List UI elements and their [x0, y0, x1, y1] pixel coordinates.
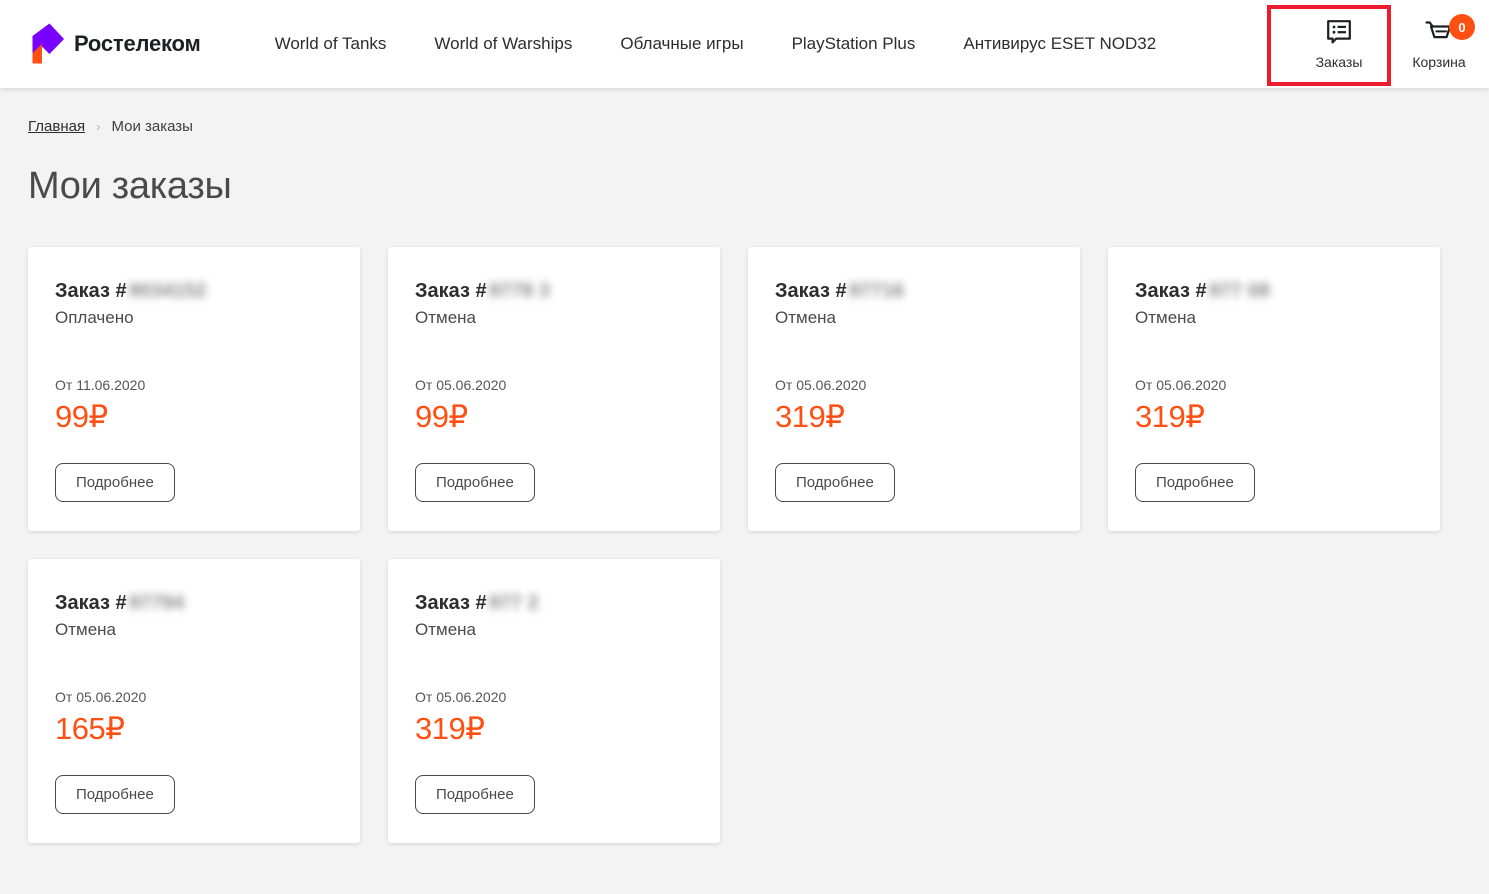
page-content: Главная › Мои заказы Мои заказы Заказ #9…: [0, 118, 1489, 843]
order-date-prefix: От: [55, 377, 76, 393]
order-date: От 05.06.2020: [415, 377, 693, 393]
order-price: 99₽: [55, 399, 333, 435]
breadcrumb-home-link[interactable]: Главная: [28, 118, 85, 135]
card-spacer: [1135, 328, 1413, 377]
main-navigation: World of Tanks World of Warships Облачны…: [275, 26, 1157, 62]
order-details-button[interactable]: Подробнее: [1135, 463, 1255, 502]
card-spacer: [415, 328, 693, 377]
order-status: Оплачено: [55, 308, 333, 328]
order-status: Отмена: [415, 308, 693, 328]
order-details-button[interactable]: Подробнее: [775, 463, 895, 502]
order-details-button[interactable]: Подробнее: [55, 463, 175, 502]
order-date: От 05.06.2020: [775, 377, 1053, 393]
order-price: 99₽: [415, 399, 693, 435]
orders-list-icon: [1325, 18, 1353, 49]
order-heading: Заказ #9778 3: [415, 280, 693, 303]
order-date-prefix: От: [415, 377, 436, 393]
nav-item-playstation-plus[interactable]: PlayStation Plus: [792, 26, 916, 62]
order-heading: Заказ #9034152: [55, 280, 333, 303]
cart-wrapper: Корзина 0: [1389, 8, 1489, 80]
site-header: Ростелеком World of Tanks World of Warsh…: [0, 0, 1489, 88]
page-title: Мои заказы: [28, 165, 1461, 208]
order-number-masked: 9778 3: [489, 280, 550, 303]
card-spacer: [775, 328, 1053, 377]
order-number-prefix: Заказ #: [775, 280, 847, 303]
order-date-prefix: От: [55, 689, 76, 705]
order-number-masked: 977 2: [489, 592, 539, 615]
order-status: Отмена: [415, 620, 693, 640]
order-price: 319₽: [1135, 399, 1413, 435]
brand-name: Ростелеком: [74, 31, 201, 57]
cart-count-badge: 0: [1449, 14, 1475, 40]
breadcrumb-current: Мои заказы: [111, 118, 193, 135]
order-card[interactable]: Заказ #977 08 Отмена От 05.06.2020 319₽ …: [1108, 247, 1440, 531]
order-status: Отмена: [1135, 308, 1413, 328]
order-price: 319₽: [415, 711, 693, 747]
card-spacer: [55, 640, 333, 689]
breadcrumb: Главная › Мои заказы: [28, 118, 1461, 135]
order-number-prefix: Заказ #: [55, 280, 127, 303]
order-status: Отмена: [775, 308, 1053, 328]
order-date-prefix: От: [1135, 377, 1156, 393]
order-number-prefix: Заказ #: [415, 592, 487, 615]
order-date-value: 11.06.2020: [76, 377, 145, 393]
order-date: От 05.06.2020: [55, 689, 333, 705]
order-card[interactable]: Заказ #9034152 Оплачено От 11.06.2020 99…: [28, 247, 360, 531]
breadcrumb-separator-icon: ›: [96, 119, 100, 134]
card-spacer: [55, 328, 333, 377]
order-heading: Заказ #977 2: [415, 592, 693, 615]
nav-item-eset-nod32[interactable]: Антивирус ESET NOD32: [963, 26, 1156, 62]
order-date: От 11.06.2020: [55, 377, 333, 393]
order-number-masked: 97716: [849, 280, 905, 303]
order-details-button[interactable]: Подробнее: [55, 775, 175, 814]
order-heading: Заказ #97716: [775, 280, 1053, 303]
order-number-masked: 9034152: [129, 280, 207, 303]
order-details-button[interactable]: Подробнее: [415, 775, 535, 814]
order-date: От 05.06.2020: [415, 689, 693, 705]
brand-logo-link[interactable]: Ростелеком: [27, 22, 201, 66]
cart-button[interactable]: Корзина: [1389, 8, 1489, 80]
order-number-prefix: Заказ #: [415, 280, 487, 303]
order-number-prefix: Заказ #: [1135, 280, 1207, 303]
order-heading: Заказ #977 08: [1135, 280, 1413, 303]
order-date-value: 05.06.2020: [796, 377, 866, 393]
orders-button-label: Заказы: [1316, 54, 1363, 70]
order-date-prefix: От: [775, 377, 796, 393]
order-price: 319₽: [775, 399, 1053, 435]
card-spacer: [415, 640, 693, 689]
orders-grid: Заказ #9034152 Оплачено От 11.06.2020 99…: [28, 247, 1461, 843]
order-date-value: 05.06.2020: [76, 689, 146, 705]
header-actions: Заказы Корзина 0: [1289, 0, 1489, 88]
order-date-prefix: От: [415, 689, 436, 705]
order-card[interactable]: Заказ #97794 Отмена От 05.06.2020 165₽ П…: [28, 559, 360, 843]
order-card[interactable]: Заказ #9778 3 Отмена От 05.06.2020 99₽ П…: [388, 247, 720, 531]
nav-item-cloud-games[interactable]: Облачные игры: [620, 26, 743, 62]
order-date-value: 05.06.2020: [436, 377, 506, 393]
nav-item-world-of-tanks[interactable]: World of Tanks: [275, 26, 387, 62]
order-details-button[interactable]: Подробнее: [415, 463, 535, 502]
order-card[interactable]: Заказ #977 2 Отмена От 05.06.2020 319₽ П…: [388, 559, 720, 843]
nav-item-world-of-warships[interactable]: World of Warships: [434, 26, 572, 62]
order-date: От 05.06.2020: [1135, 377, 1413, 393]
order-status: Отмена: [55, 620, 333, 640]
rostelecom-logo-icon: [27, 22, 65, 66]
order-number-prefix: Заказ #: [55, 592, 127, 615]
cart-button-label: Корзина: [1412, 54, 1465, 70]
order-heading: Заказ #97794: [55, 592, 333, 615]
order-price: 165₽: [55, 711, 333, 747]
order-number-masked: 977 08: [1209, 280, 1270, 303]
order-card[interactable]: Заказ #97716 Отмена От 05.06.2020 319₽ П…: [748, 247, 1080, 531]
order-number-masked: 97794: [129, 592, 185, 615]
orders-button[interactable]: Заказы: [1289, 8, 1389, 80]
order-date-value: 05.06.2020: [436, 689, 506, 705]
order-date-value: 05.06.2020: [1156, 377, 1226, 393]
